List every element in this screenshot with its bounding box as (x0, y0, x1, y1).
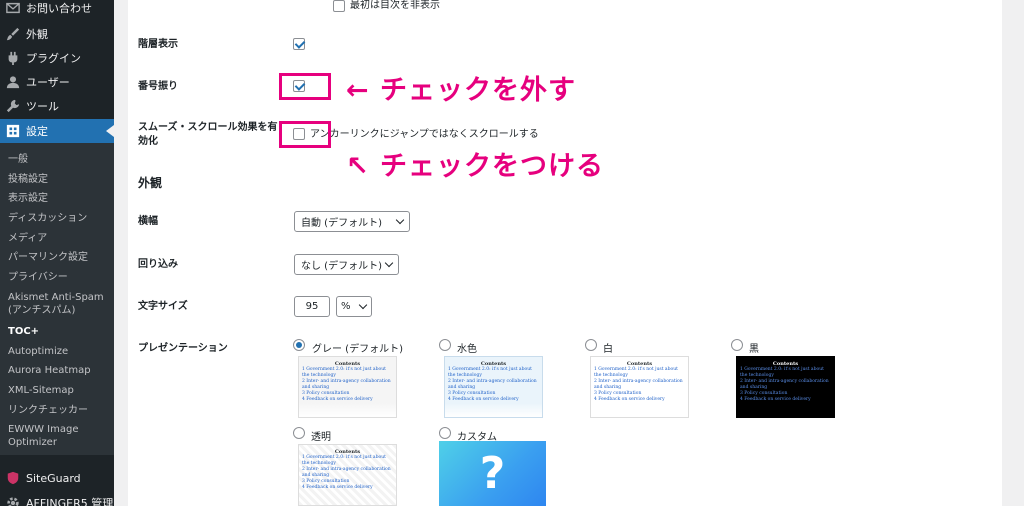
thumb-item: 2 Inter- and intra-agency collaboration … (302, 467, 391, 478)
width-label: 横幅 (138, 216, 158, 227)
appearance-heading: 外観 (138, 176, 163, 190)
thumb-grey[interactable]: Contents 1 Government 2.0: it's not just… (298, 356, 397, 418)
thumb-item: 1 Government 2.0: it's not just about th… (448, 367, 532, 378)
paintbrush-icon (0, 27, 26, 41)
settings-submenu: 一般 投稿設定 表示設定 ディスカッション メディア パーマリンク設定 プライバ… (0, 143, 114, 455)
font-size-input[interactable]: 95 (294, 296, 330, 317)
thumb-item: 1 Government 2.0: it's not just about th… (740, 367, 824, 378)
submenu-permalink[interactable]: パーマリンク設定 (8, 251, 112, 264)
plugin-icon (0, 51, 26, 65)
user-icon (0, 75, 26, 89)
thumb-fade (591, 403, 688, 417)
submenu-xml-sitemap[interactable]: XML-Sitemap (8, 384, 112, 397)
submenu-akismet[interactable]: Akismet Anti-Spam (アンチスパム) (8, 291, 112, 317)
thumb-white[interactable]: Contents 1 Government 2.0: it's not just… (590, 356, 689, 418)
submenu-link-checker[interactable]: リンクチェッカー (8, 404, 112, 417)
thumb-item: 1 Government 2.0: it's not just about th… (302, 455, 386, 466)
radio-transparent-label: 透明 (311, 432, 331, 443)
submenu-writing[interactable]: 投稿設定 (8, 173, 112, 186)
menu-users[interactable]: ユーザー (0, 70, 114, 94)
smooth-scroll-option: アンカーリンクにジャンプではなくスクロールする (310, 129, 539, 140)
submenu-toc-plus[interactable]: TOC+ (8, 325, 112, 338)
hierarchy-label: 階層表示 (138, 39, 178, 50)
thumb-custom[interactable]: ? (439, 441, 546, 506)
shield-icon (0, 471, 26, 485)
thumb-item: 1 Government 2.0: it's not just about th… (594, 367, 678, 378)
thumb-item: 2 Inter- and intra-agency collaboration … (302, 379, 391, 390)
highlight-numbering (279, 73, 331, 100)
radio-white-label: 白 (603, 344, 613, 355)
thumb-item: 2 Inter- and intra-agency collaboration … (448, 379, 537, 390)
menu-siteguard[interactable]: SiteGuard (0, 466, 114, 490)
highlight-smooth-scroll (279, 121, 331, 148)
chevron-down-icon (358, 300, 368, 310)
thumb-item: 1 Government 2.0: it's not just about th… (302, 367, 386, 378)
wrapping-select[interactable]: なし (デフォルト) (294, 254, 399, 275)
thumb-item: 2 Inter- and intra-agency collaboration … (594, 379, 683, 390)
radio-transparent[interactable] (293, 427, 305, 439)
question-mark-icon: ? (479, 448, 506, 499)
thumb-transparent[interactable]: Contents 1 Government 2.0: it's not just… (298, 444, 397, 506)
menu-settings[interactable]: 設定 (0, 119, 114, 143)
radio-white[interactable] (585, 339, 597, 351)
radio-custom[interactable] (439, 427, 451, 439)
submenu-ewww[interactable]: EWWW Image Optimizer (8, 423, 112, 449)
thumb-aqua[interactable]: Contents 1 Government 2.0: it's not just… (444, 356, 543, 418)
submenu-reading[interactable]: 表示設定 (8, 192, 112, 205)
admin-sidebar: お問い合わせ 外観 プラグイン ユーザー ツール 設定 一般 投稿設定 表示設定… (0, 0, 114, 506)
settings-icon (0, 124, 26, 138)
annotation-uncheck: ← チェックを外す (345, 74, 577, 107)
thumb-fade (445, 403, 542, 417)
radio-grey[interactable] (293, 339, 305, 351)
thumb-black[interactable]: Contents 1 Government 2.0: it's not just… (736, 356, 835, 418)
radio-aqua[interactable] (439, 339, 451, 351)
menu-tools[interactable]: ツール (0, 94, 114, 118)
annotation-check: ↖ チェックをつける (345, 150, 605, 183)
hierarchy-checkbox[interactable] (293, 38, 305, 50)
presentation-label: プレゼンテーション (138, 343, 228, 354)
thumb-fade (737, 403, 834, 417)
menu-plugins[interactable]: プラグイン (0, 46, 114, 70)
width-select[interactable]: 自動 (デフォルト) (294, 211, 410, 232)
radio-grey-label: グレー (デフォルト) (312, 344, 403, 355)
smooth-scroll-label: スムーズ・スクロール効果を有効化 (138, 122, 278, 147)
chevron-down-icon (395, 215, 405, 225)
submenu-general[interactable]: 一般 (8, 153, 112, 166)
numbering-label: 番号振り (138, 81, 178, 92)
hide-toc-checkbox[interactable] (333, 0, 345, 12)
radio-black-label: 黒 (749, 344, 759, 355)
wrench-icon (0, 99, 26, 113)
submenu-privacy[interactable]: プライバシー (8, 271, 112, 284)
hide-toc-label: 最初は目次を非表示 (350, 0, 440, 11)
radio-black[interactable] (731, 339, 743, 351)
submenu-discussion[interactable]: ディスカッション (8, 212, 112, 225)
thumb-item: 2 Inter- and intra-agency collaboration … (740, 379, 829, 390)
wrapping-label: 回り込み (138, 259, 178, 270)
thumb-item: 4 Feedback on service delivery (302, 485, 373, 490)
mail-icon (0, 1, 26, 15)
menu-appearance[interactable]: 外観 (0, 22, 114, 46)
radio-aqua-label: 水色 (457, 344, 477, 355)
submenu-autoptimize[interactable]: Autoptimize (8, 345, 112, 358)
submenu-aurora-heatmap[interactable]: Aurora Heatmap (8, 364, 112, 377)
menu-contact[interactable]: お問い合わせ (0, 0, 114, 20)
font-size-label: 文字サイズ (138, 301, 188, 312)
thumb-fade (299, 403, 396, 417)
submenu-media[interactable]: メディア (8, 232, 112, 245)
chevron-down-icon (384, 258, 394, 268)
font-unit-select[interactable]: % (336, 296, 372, 317)
gear-icon (0, 496, 26, 506)
menu-affinger[interactable]: AFFINGER5 管理 (0, 491, 114, 506)
